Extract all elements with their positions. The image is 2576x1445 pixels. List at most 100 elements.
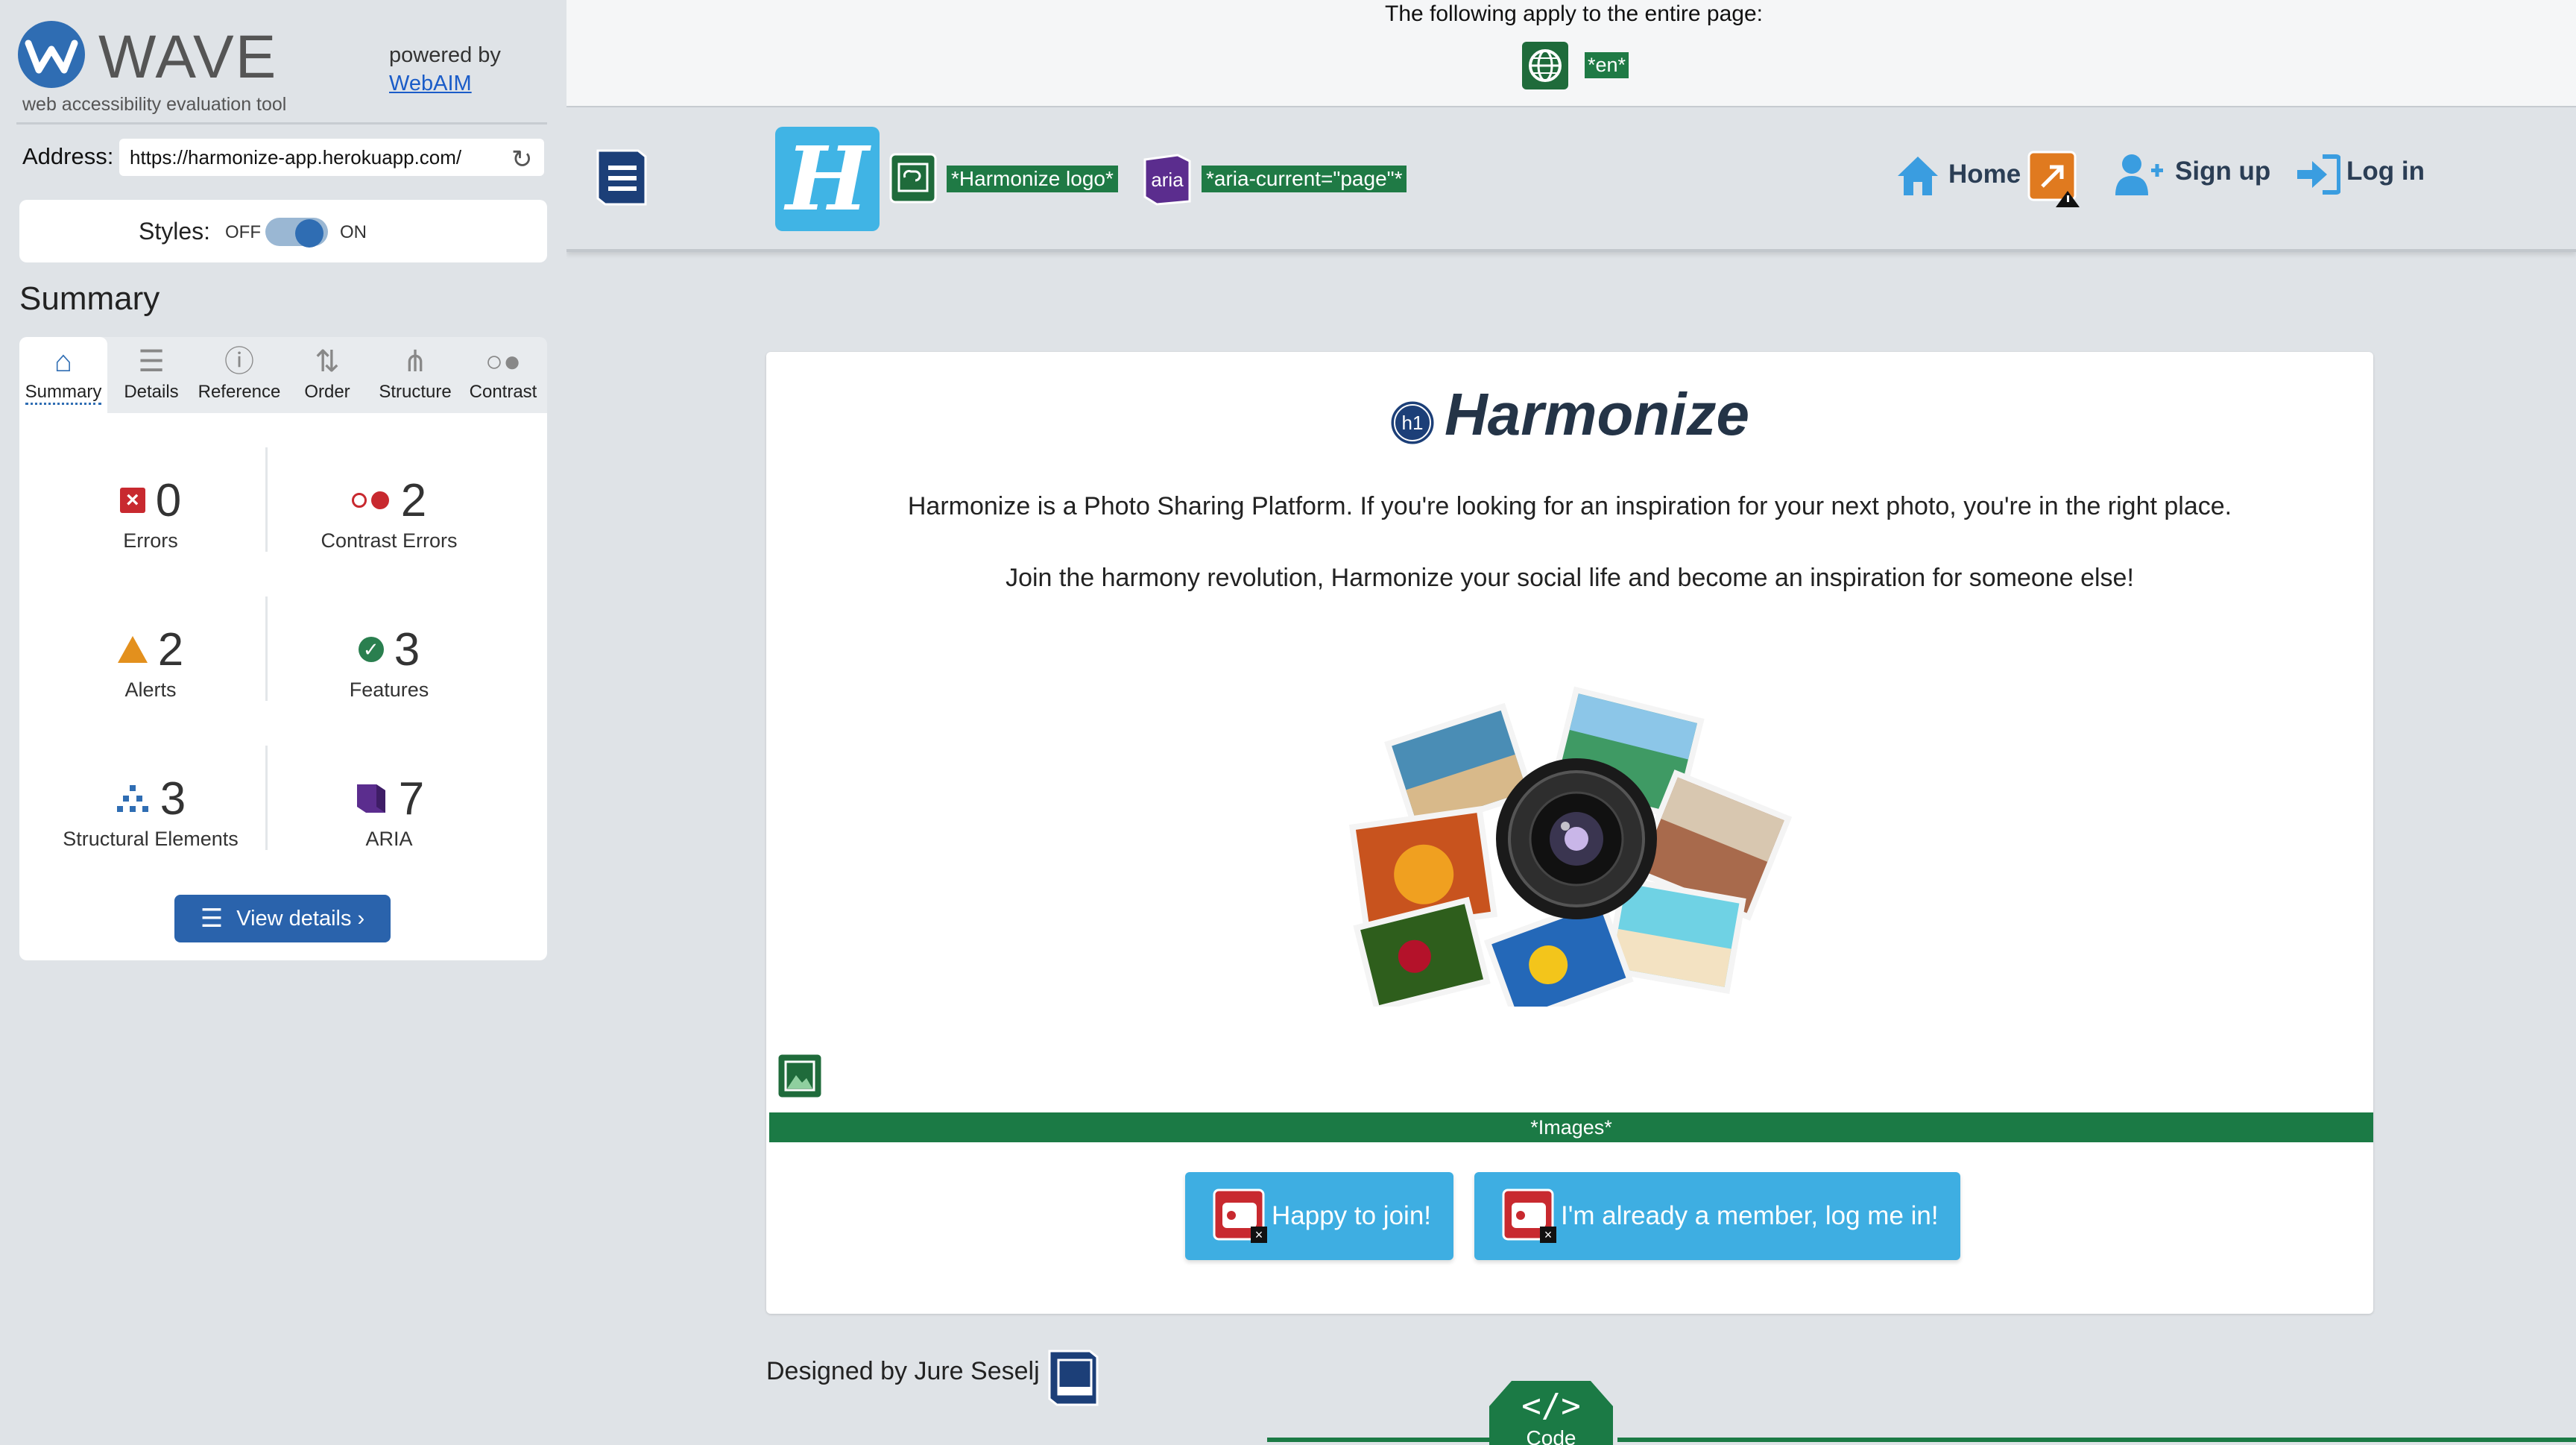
features-label: Features — [349, 679, 429, 701]
code-toggle-button[interactable]: </> Code — [1482, 1376, 1620, 1445]
home-icon: ⌂ — [54, 345, 73, 378]
harmonize-logo[interactable]: H — [775, 127, 880, 231]
tab-label: Summary — [25, 382, 102, 405]
styles-label: Styles: — [139, 218, 211, 245]
structure-icon: ⋔ — [402, 345, 428, 378]
member-login-button[interactable]: × I'm already a member, log me in! — [1474, 1172, 1960, 1260]
code-panel-border — [1267, 1438, 1491, 1442]
stats-divider — [265, 447, 268, 552]
empty-button-error-icon: × — [1502, 1189, 1556, 1243]
footer-landmark-icon[interactable] — [1044, 1347, 1103, 1409]
address-input[interactable] — [119, 139, 544, 176]
globe-icon[interactable] — [1522, 42, 1568, 89]
styles-on-label: ON — [340, 222, 367, 242]
wave-title: WAVE — [98, 23, 278, 91]
stat-aria[interactable]: 7 ARIA — [277, 771, 501, 851]
tab-contrast[interactable]: ○● Contrast — [459, 337, 547, 413]
member-login-label: I'm already a member, log me in! — [1561, 1201, 1939, 1230]
aria-current-tag: *aria-current="page"* — [1202, 166, 1407, 192]
intro-paragraph: Harmonize is a Photo Sharing Platform. I… — [907, 492, 2232, 520]
image-icon[interactable] — [775, 1051, 824, 1101]
aria-count: 7 — [398, 772, 425, 825]
structural-label: Structural Elements — [63, 828, 239, 850]
contrast-icon: ○● — [484, 345, 522, 378]
svg-text:×: × — [1544, 1227, 1553, 1242]
view-details-button[interactable]: ☰ View details › — [174, 895, 391, 942]
reload-icon[interactable]: ↻ — [511, 145, 533, 174]
structural-count: 3 — [160, 772, 186, 825]
document-structure-icon[interactable] — [592, 146, 651, 209]
webaim-link[interactable]: WebAIM — [389, 72, 472, 96]
page-notice-text: The following apply to the entire page: — [1385, 1, 1763, 26]
nav-home-link[interactable]: Home — [1948, 160, 2021, 189]
page-title: Harmonize — [1445, 381, 1749, 447]
footer-credit: Designed by Jure Seselj — [766, 1357, 1040, 1385]
h1-heading-icon[interactable]: h1 — [1388, 398, 1437, 447]
tab-order[interactable]: ⇅ Order — [283, 337, 371, 413]
stat-contrast-errors[interactable]: 2 Contrast Errors — [277, 473, 501, 552]
view-details-label: View details › — [236, 906, 365, 931]
photo-collage-image — [1348, 686, 1793, 1007]
tab-label: Structure — [379, 382, 452, 402]
logo-alt-tag: *Harmonize logo* — [947, 166, 1118, 192]
aria-label: ARIA — [365, 828, 413, 850]
alert-icon — [117, 636, 148, 663]
login-icon — [2297, 154, 2340, 195]
code-button-label: Code — [1527, 1426, 1576, 1445]
tab-details[interactable]: ☰ Details — [107, 337, 195, 413]
tab-label: Contrast — [469, 382, 537, 402]
tagline-paragraph: Join the harmony revolution, Harmonize y… — [1006, 564, 2134, 592]
stat-features[interactable]: ✓ 3 Features — [277, 622, 501, 702]
styles-toggle-knob[interactable] — [295, 219, 323, 248]
errors-label: Errors — [123, 529, 178, 552]
wave-subtitle: web accessibility evaluation tool — [22, 94, 287, 115]
svg-text:×: × — [1255, 1227, 1263, 1242]
tab-summary[interactable]: ⌂ Summary — [19, 337, 107, 413]
page-preview: The following apply to the entire page: … — [566, 0, 2576, 1445]
stat-alerts[interactable]: 2 Alerts — [39, 622, 262, 702]
aria-icon — [356, 784, 385, 813]
stat-errors[interactable]: × 0 Errors — [39, 473, 262, 552]
wave-logo-icon — [18, 21, 85, 88]
tab-label: Details — [124, 382, 179, 402]
aria-badge-icon[interactable]: aria — [1140, 152, 1194, 206]
error-icon: × — [119, 488, 145, 513]
features-count: 3 — [394, 623, 420, 676]
join-button-label: Happy to join! — [1272, 1201, 1432, 1230]
join-button[interactable]: × Happy to join! — [1185, 1172, 1453, 1260]
wave-sidebar: WAVE web accessibility evaluation tool p… — [0, 0, 566, 1445]
code-icon: </> — [1521, 1387, 1580, 1425]
list-icon: ☰ — [200, 904, 224, 933]
h1-badge-text: h1 — [1402, 412, 1424, 434]
contrast-errors-label: Contrast Errors — [321, 529, 458, 552]
nav-signup-link[interactable]: Sign up — [2175, 157, 2270, 186]
code-panel-border — [1617, 1438, 2576, 1442]
info-icon: ⓘ — [224, 345, 254, 378]
stat-structural[interactable]: 3 Structural Elements — [39, 771, 262, 851]
tab-reference[interactable]: ⓘ Reference — [195, 337, 283, 413]
stats-divider — [265, 746, 268, 850]
alerts-label: Alerts — [124, 679, 177, 701]
contrast-error-icon — [351, 491, 391, 510]
tab-structure[interactable]: ⋔ Structure — [371, 337, 459, 413]
linked-image-icon[interactable] — [888, 152, 938, 204]
alerts-count: 2 — [157, 623, 184, 676]
powered-by-text: powered by — [389, 43, 501, 67]
order-icon: ⇅ — [315, 345, 340, 378]
tab-label: Reference — [198, 382, 281, 402]
link-alert-icon[interactable] — [2026, 149, 2083, 209]
feature-check-icon: ✓ — [358, 637, 384, 662]
sidebar-divider — [16, 122, 547, 125]
errors-count: 0 — [155, 474, 182, 526]
tab-label: Order — [304, 382, 350, 402]
aria-badge-text: aria — [1151, 169, 1184, 191]
language-tag: *en* — [1585, 52, 1629, 78]
list-icon: ☰ — [138, 345, 165, 378]
contrast-errors-count: 2 — [400, 474, 427, 526]
styles-off-label: OFF — [225, 222, 261, 242]
structure-icon — [116, 785, 148, 812]
address-label: Address: — [22, 143, 114, 169]
nav-login-link[interactable]: Log in — [2346, 157, 2425, 186]
empty-button-error-icon: × — [1213, 1189, 1267, 1243]
home-icon — [1898, 157, 1938, 195]
